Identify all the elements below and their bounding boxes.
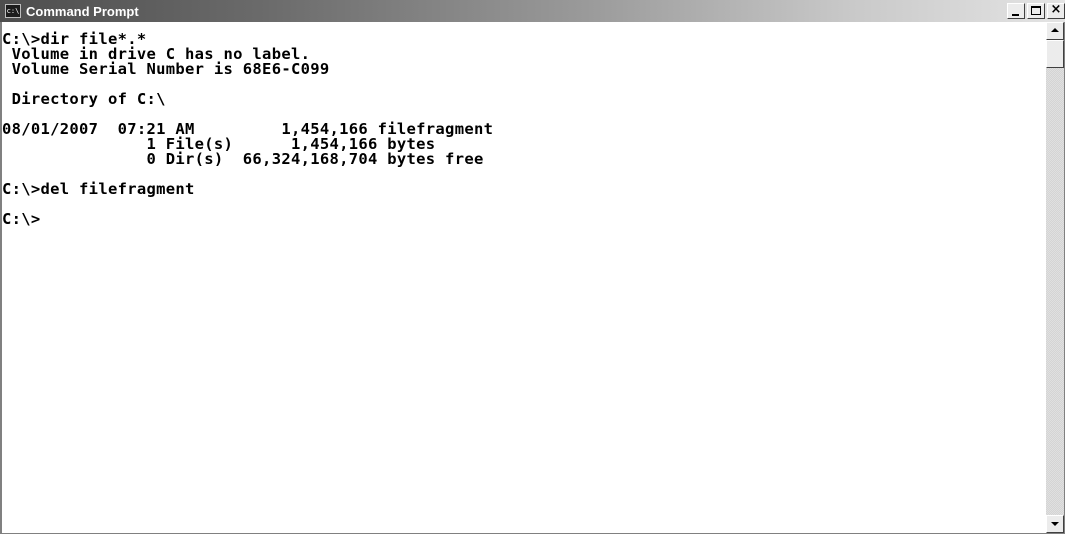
window-controls: ×: [1005, 3, 1065, 19]
minimize-button[interactable]: [1007, 3, 1025, 19]
console-client-area: C:\>dir file*.* Volume in drive C has no…: [0, 22, 1065, 534]
command-prompt-window: c:\ Command Prompt × C:\>dir file*.* Vol…: [0, 0, 1065, 534]
console-output[interactable]: C:\>dir file*.* Volume in drive C has no…: [2, 22, 1046, 533]
window-title: Command Prompt: [26, 3, 139, 19]
maximize-button[interactable]: [1027, 3, 1045, 19]
console-line: Directory of C:\: [2, 90, 166, 108]
scrollbar-thumb[interactable]: [1046, 40, 1064, 68]
cmd-icon[interactable]: c:\: [5, 4, 21, 18]
scroll-down-button[interactable]: [1046, 515, 1064, 533]
close-button[interactable]: ×: [1047, 3, 1065, 19]
console-line: C:\>: [2, 210, 41, 228]
scroll-up-arrow-icon: [1051, 28, 1059, 32]
maximize-icon: [1031, 6, 1041, 15]
minimize-icon: [1012, 14, 1019, 16]
close-icon: ×: [1050, 2, 1062, 17]
title-bar[interactable]: c:\ Command Prompt ×: [0, 0, 1065, 22]
scroll-up-button[interactable]: [1046, 22, 1064, 40]
console-line: Volume Serial Number is 68E6-C099: [2, 60, 330, 78]
console-line: 0 Dir(s) 66,324,168,704 bytes free: [2, 150, 484, 168]
console-line: C:\>del filefragment: [2, 180, 195, 198]
vertical-scrollbar[interactable]: [1046, 22, 1064, 533]
scroll-down-arrow-icon: [1051, 522, 1059, 526]
